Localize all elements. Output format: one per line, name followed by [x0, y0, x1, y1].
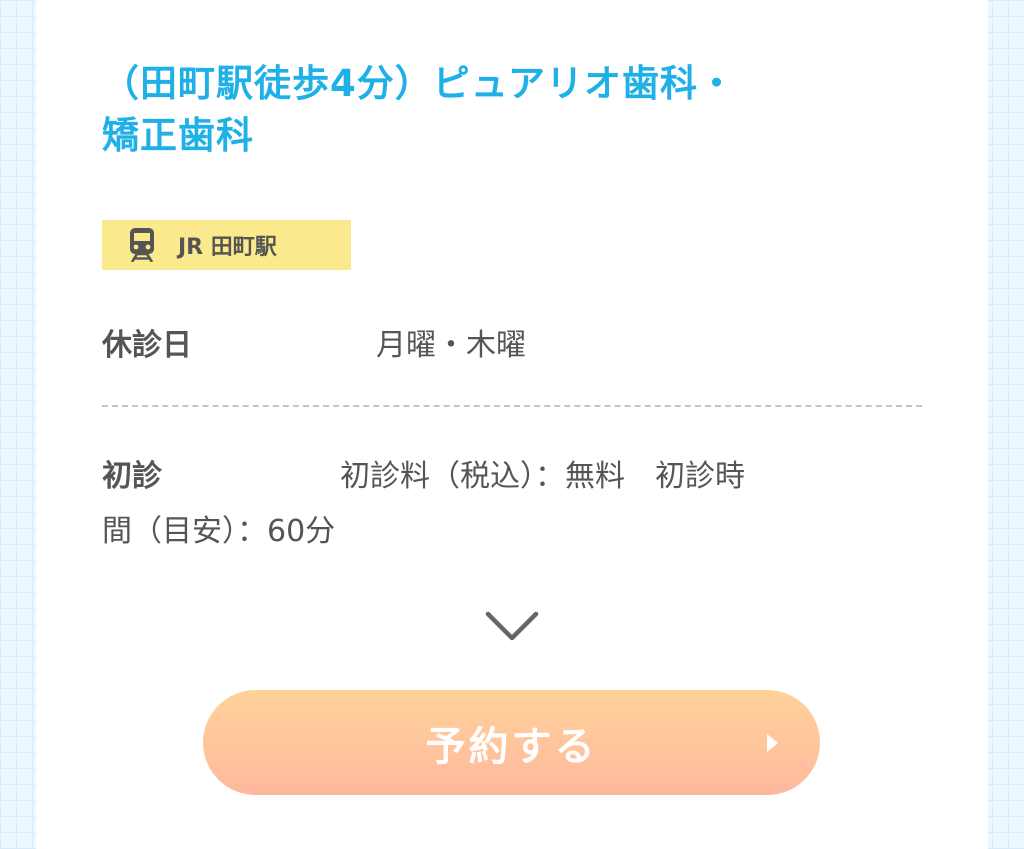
chevron-down-icon[interactable] — [484, 606, 540, 646]
train-icon — [130, 228, 154, 262]
first-visit-value-line2: 間（目安）：60分 — [102, 514, 336, 549]
station-tag: JR 田町駅 — [102, 220, 351, 270]
first-visit-label: 初診 — [102, 459, 162, 494]
reserve-button[interactable]: 予約する — [203, 690, 820, 795]
reserve-button-label: 予約する — [425, 723, 598, 770]
clinic-title-line1: （田町駅徒歩4分）ピュアリオ歯科・ — [102, 62, 737, 105]
station-label: JR 田町駅 — [178, 235, 277, 260]
first-visit-value-line1: 初診料（税込）：無料 初診時 — [340, 459, 745, 494]
clinic-card: （田町駅徒歩4分）ピュアリオ歯科・ 矯正歯科 JR 田町駅 休診日 月曜・木曜 … — [36, 0, 988, 849]
closed-days-value: 月曜・木曜 — [376, 328, 526, 363]
arrow-right-icon — [767, 734, 778, 752]
closed-days-label: 休診日 — [102, 328, 192, 363]
clinic-title-line2: 矯正歯科 — [102, 114, 254, 157]
clinic-title[interactable]: （田町駅徒歩4分）ピュアリオ歯科・ 矯正歯科 — [102, 58, 862, 162]
divider — [102, 405, 922, 407]
